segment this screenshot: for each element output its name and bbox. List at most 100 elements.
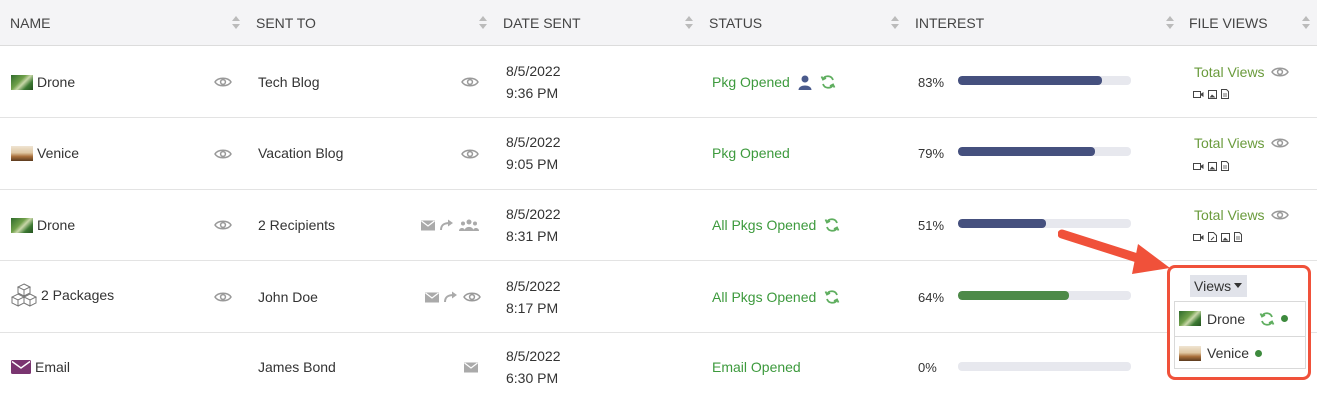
forward-icon[interactable] (440, 219, 454, 231)
time-value: 8:17 PM (506, 300, 559, 316)
status: Pkg Opened (712, 145, 790, 161)
row-name[interactable]: Email (11, 359, 70, 375)
status-label: All Pkgs Opened (712, 217, 817, 233)
status: Pkg Opened (712, 74, 836, 90)
venice-thumbnail (11, 145, 33, 161)
user-icon (798, 75, 812, 90)
email-icon (11, 360, 31, 374)
total-views-link[interactable]: Total Views (1194, 64, 1289, 80)
column-header-file-views[interactable]: FILE VIEWS (1189, 0, 1268, 46)
eye-icon[interactable] (214, 291, 232, 303)
eye-icon[interactable] (214, 148, 232, 160)
interest-percent: 51% (918, 218, 945, 233)
packages-icon (11, 283, 37, 307)
video-icon (1193, 162, 1204, 170)
row-name[interactable]: Drone (11, 74, 75, 90)
column-header-date-sent[interactable]: DATE SENT (503, 0, 581, 46)
image-icon (1208, 161, 1217, 171)
eye-icon[interactable] (461, 76, 479, 88)
column-header-status[interactable]: STATUS (709, 0, 762, 46)
time-value: 6:30 PM (506, 370, 559, 386)
sort-icon[interactable] (479, 16, 487, 30)
status-dot (1255, 349, 1263, 357)
row-name[interactable]: Venice (11, 145, 79, 161)
column-header-interest[interactable]: INTEREST (915, 0, 984, 46)
status-dot (1281, 315, 1289, 322)
file-type-icons (1193, 89, 1229, 99)
refresh-icon[interactable] (824, 217, 840, 233)
eye-icon[interactable] (1270, 137, 1289, 149)
table-row[interactable]: Venice Vacation Blog 8/5/2022 9:05 PM Pk… (0, 119, 1317, 190)
sort-icon[interactable] (1166, 16, 1174, 30)
status: All Pkgs Opened (712, 289, 840, 305)
status-label: Pkg Opened (712, 145, 790, 161)
date-sent: 8/5/2022 9:05 PM (506, 131, 561, 175)
video-icon (1193, 90, 1204, 98)
views-dropdown-menu: Drone Venice (1174, 301, 1306, 369)
row-name-label: Drone (37, 217, 76, 233)
row-name[interactable]: Drone (11, 217, 75, 233)
eye-icon[interactable] (463, 291, 481, 303)
image-icon (1208, 89, 1217, 99)
row-name[interactable]: 2 Packages (11, 283, 114, 307)
mail-icon[interactable] (425, 292, 439, 303)
dropdown-item-venice[interactable]: Venice (1175, 336, 1305, 369)
row-name-label: 2 Packages (41, 287, 115, 303)
total-views-label[interactable]: Total Views (1194, 64, 1265, 80)
sent-to: Tech Blog (258, 74, 320, 90)
dropdown-item-label: Drone (1207, 310, 1246, 327)
column-header-sent-to[interactable]: SENT TO (256, 0, 316, 46)
mail-icon[interactable] (421, 220, 435, 231)
sort-icon[interactable] (891, 16, 899, 30)
date-value: 8/5/2022 (506, 348, 561, 364)
dropdown-item-label: Venice (1207, 345, 1250, 361)
interest-bar-fill (958, 219, 1047, 228)
caret-down-icon (1234, 283, 1242, 288)
date-sent: 8/5/2022 8:31 PM (506, 203, 561, 247)
annotation-arrow (1058, 229, 1170, 274)
views-dropdown-button[interactable]: Views (1190, 275, 1247, 297)
interest-percent: 64% (918, 290, 945, 305)
group-icon[interactable] (459, 219, 479, 231)
total-views-link[interactable]: Total Views (1194, 207, 1289, 223)
eye-icon[interactable] (1270, 209, 1289, 221)
refresh-icon[interactable] (824, 289, 840, 305)
mail-icon[interactable] (464, 362, 478, 373)
document-icon (1221, 161, 1229, 171)
views-dropdown-label: Views (1194, 278, 1232, 294)
refresh-icon[interactable] (820, 74, 836, 90)
forward-icon[interactable] (444, 291, 458, 303)
eye-icon[interactable] (214, 219, 232, 231)
interest-bar (958, 76, 1131, 85)
total-views-label[interactable]: Total Views (1194, 207, 1265, 223)
date-sent: 8/5/2022 6:30 PM (506, 345, 561, 389)
dropdown-item-drone[interactable]: Drone (1175, 302, 1305, 335)
sent-to: 2 Recipients (258, 217, 336, 233)
interest-percent: 79% (918, 146, 945, 161)
image-icon (1221, 232, 1230, 242)
status-label: Pkg Opened (712, 74, 790, 90)
time-value: 8:31 PM (506, 228, 559, 244)
sort-icon[interactable] (1302, 16, 1310, 30)
status: All Pkgs Opened (712, 217, 840, 233)
table-row[interactable]: Drone Tech Blog 8/5/2022 9:36 PM Pkg Ope… (0, 47, 1317, 118)
total-views-label[interactable]: Total Views (1194, 135, 1265, 151)
table-row[interactable]: Email James Bond 8/5/2022 6:30 PM Email … (0, 333, 1317, 401)
eye-icon[interactable] (1270, 66, 1289, 78)
sort-icon[interactable] (232, 16, 240, 30)
row-name-label: Venice (37, 145, 80, 161)
sent-to: James Bond (258, 359, 336, 375)
drone-thumbnail (1179, 311, 1201, 326)
column-header-name[interactable]: NAME (10, 0, 50, 46)
interest-bar-fill (958, 147, 1095, 156)
time-value: 9:36 PM (506, 85, 559, 101)
refresh-icon[interactable] (1259, 311, 1275, 327)
total-views-link[interactable]: Total Views (1194, 135, 1289, 151)
eye-icon[interactable] (214, 76, 232, 88)
row-name-label: Drone (37, 74, 76, 90)
document-icon (1234, 232, 1242, 242)
eye-icon[interactable] (461, 148, 479, 160)
interest-bar (958, 147, 1131, 156)
sort-icon[interactable] (685, 16, 693, 30)
file-type-icons (1193, 161, 1229, 171)
